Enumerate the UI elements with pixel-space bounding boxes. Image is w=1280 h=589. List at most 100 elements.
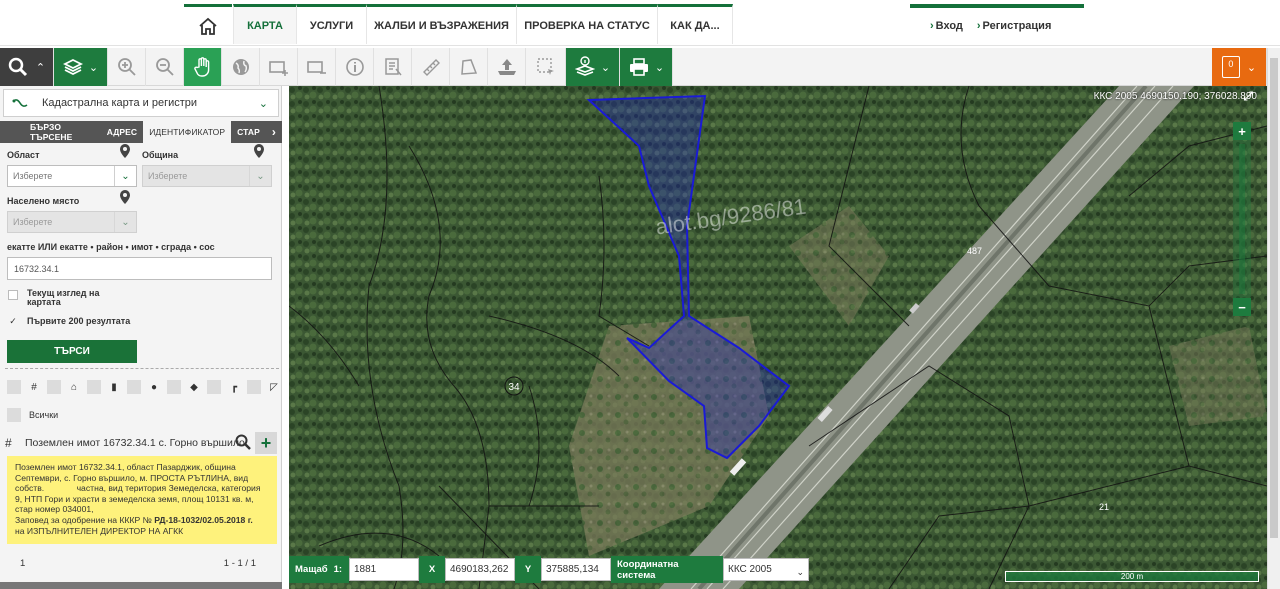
aerial-imagery: 34 487 21	[289, 86, 1267, 589]
current-view-label: Текущ изглед на картата	[27, 288, 100, 307]
identifier-input[interactable]: 16732.34.1	[7, 257, 272, 280]
subtab-old[interactable]: СТАР	[231, 121, 266, 143]
ruler-icon	[422, 59, 440, 76]
filter-chip[interactable]	[167, 380, 181, 394]
login-link[interactable]: › Вход	[930, 20, 963, 32]
region-select[interactable]: Изберете ⌄	[7, 165, 137, 187]
tab-complaints[interactable]: ЖАЛБИ И ВЪЗРАЖЕНИЯ	[366, 4, 516, 44]
house-icon[interactable]: ⌂	[67, 380, 81, 394]
filter-chip[interactable]	[207, 380, 221, 394]
municipality-select[interactable]: Изберете ⌄	[142, 165, 272, 187]
settlement-select[interactable]: Изберете ⌄	[7, 211, 137, 233]
tab-services[interactable]: УСЛУГИ	[296, 4, 366, 44]
pager: 1 1 - 1 / 1	[0, 552, 282, 574]
zoom-out-icon	[155, 58, 174, 76]
search-button[interactable]: ТЪРСИ	[7, 340, 137, 363]
filter-chip[interactable]	[47, 380, 61, 394]
y-coordinate-input[interactable]: 375885,134	[541, 558, 611, 581]
upload-button[interactable]	[488, 48, 526, 86]
print-button[interactable]: ⌄	[620, 48, 673, 86]
chevron-down-icon: ⌄	[88, 61, 99, 74]
pager-page[interactable]: 1	[20, 558, 25, 569]
subtab-address[interactable]: АДРЕС	[101, 121, 144, 143]
filter-row: # ⌂ ▮ ● ◆ ┏ ◸	[7, 380, 281, 394]
search-tool-button[interactable]: ⌃	[0, 48, 54, 86]
zoom-in-button[interactable]	[108, 48, 146, 86]
expand-icon[interactable]: ⤢	[1243, 89, 1253, 104]
coordinates-bar: Мащаб 1: 1881 X 4690183,262 Y 375885,134…	[289, 556, 809, 583]
zoom-slider[interactable]	[1239, 144, 1245, 294]
filter-all-chip[interactable]	[7, 380, 21, 394]
map-toolbar: ⌃ ⌄ ⌄ ⌄ 0 ⌄	[0, 48, 1280, 86]
scale-prefix: 1:	[333, 564, 343, 575]
tab-map[interactable]: КАРТА	[233, 4, 296, 44]
upload-icon	[497, 59, 516, 75]
remove-rectangle-icon	[306, 61, 326, 74]
add-area-button[interactable]	[260, 48, 298, 86]
zoom-in-icon[interactable]: +	[1233, 122, 1251, 140]
chevron-down-icon: ⌄	[600, 61, 611, 74]
subtab-identifier[interactable]: ИДЕНТИФИКАТОР	[143, 121, 232, 143]
globe-button[interactable]	[222, 48, 260, 86]
search-sidebar: Кадастрална карта и регистри ⌄ БЪРЗО ТЪР…	[0, 86, 282, 589]
building-icon[interactable]: ▮	[107, 380, 121, 394]
notifications-icon: 0	[1221, 56, 1240, 78]
location-pin-icon[interactable]	[120, 190, 130, 204]
document-select-button[interactable]	[374, 48, 412, 86]
measure-distance-button[interactable]	[412, 48, 450, 86]
select-all-checkbox[interactable]	[7, 408, 21, 422]
select-all-row[interactable]: Всички	[7, 408, 58, 422]
remove-area-button[interactable]	[298, 48, 336, 86]
municipality-select-value: Изберете	[148, 171, 188, 181]
layer-dropdown[interactable]: Кадастрална карта и регистри ⌄	[3, 89, 279, 117]
measure-area-button[interactable]	[450, 48, 488, 86]
location-pin-icon[interactable]: ●	[147, 380, 161, 394]
current-view-checkbox[interactable]	[8, 290, 18, 300]
x-coordinate-input[interactable]: 4690183,262	[445, 558, 515, 581]
filter-chip[interactable]	[127, 380, 141, 394]
subtab-quick-search[interactable]: БЪРЗО ТЪРСЕНЕ	[0, 121, 101, 143]
filter-chip[interactable]	[87, 380, 101, 394]
home-button[interactable]	[184, 4, 232, 44]
globe-icon	[232, 59, 249, 75]
tab-how-to[interactable]: КАК ДА...	[657, 4, 733, 44]
register-link[interactable]: › Регистрация	[977, 20, 1051, 32]
layers-button[interactable]: ⌄	[54, 48, 108, 86]
filter-chip[interactable]	[247, 380, 261, 394]
polygon-icon[interactable]: ◸	[267, 380, 281, 394]
search-icon[interactable]	[235, 434, 251, 450]
notifications-button[interactable]: 0 ⌄	[1212, 48, 1267, 86]
page-scrollbar[interactable]	[1267, 48, 1280, 589]
zoom-in-icon	[117, 58, 136, 76]
location-pin-icon[interactable]	[120, 144, 130, 158]
crs-select[interactable]: ККС 2005 ⌄	[723, 558, 809, 581]
zoom-out-icon[interactable]: −	[1233, 298, 1251, 316]
layer-info-button[interactable]: ⌄	[566, 48, 620, 86]
top-navigation: КАРТА УСЛУГИ ЖАЛБИ И ВЪЗРАЖЕНИЯ ПРОВЕРКА…	[0, 0, 1280, 46]
chevron-right-icon[interactable]: ›	[266, 121, 282, 143]
result-text-3: Заповед за одобрение на КККР №	[15, 514, 152, 525]
info-button[interactable]	[336, 48, 374, 86]
pan-button[interactable]	[184, 48, 222, 86]
location-pin-icon[interactable]	[254, 144, 264, 158]
result-title[interactable]: Поземлен имот 16732.34.1 с. Горно вършил…	[25, 437, 245, 449]
chevron-down-icon: ⌄	[249, 166, 271, 186]
scale-input[interactable]: 1881	[349, 558, 419, 581]
first200-checkbox[interactable]: ✓	[8, 317, 18, 327]
map-view[interactable]: 34 487 21 alot.bg/9286/81 ККС 2005 46901…	[289, 86, 1267, 589]
login-label: Вход	[935, 20, 963, 32]
scrollbar-thumb[interactable]	[1270, 58, 1278, 538]
y-label: Y	[515, 556, 541, 583]
layers-icon[interactable]: ◆	[187, 380, 201, 394]
add-icon[interactable]: +	[255, 432, 277, 454]
tab-status-check[interactable]: ПРОВЕРКА НА СТАТУС	[516, 4, 657, 44]
zoom-out-button[interactable]	[146, 48, 184, 86]
grid-icon[interactable]: #	[27, 380, 41, 394]
flag-icon[interactable]: ┏	[227, 380, 241, 394]
chevron-down-icon: ⌄	[114, 166, 136, 186]
select-area-button[interactable]	[526, 48, 566, 86]
result-details: Поземлен имот 16732.34.1, област Пазардж…	[7, 456, 277, 544]
settlement-select-value: Изберете	[13, 217, 53, 227]
notifications-count: 0	[1228, 59, 1234, 69]
chevron-down-icon: ⌄	[796, 567, 804, 577]
